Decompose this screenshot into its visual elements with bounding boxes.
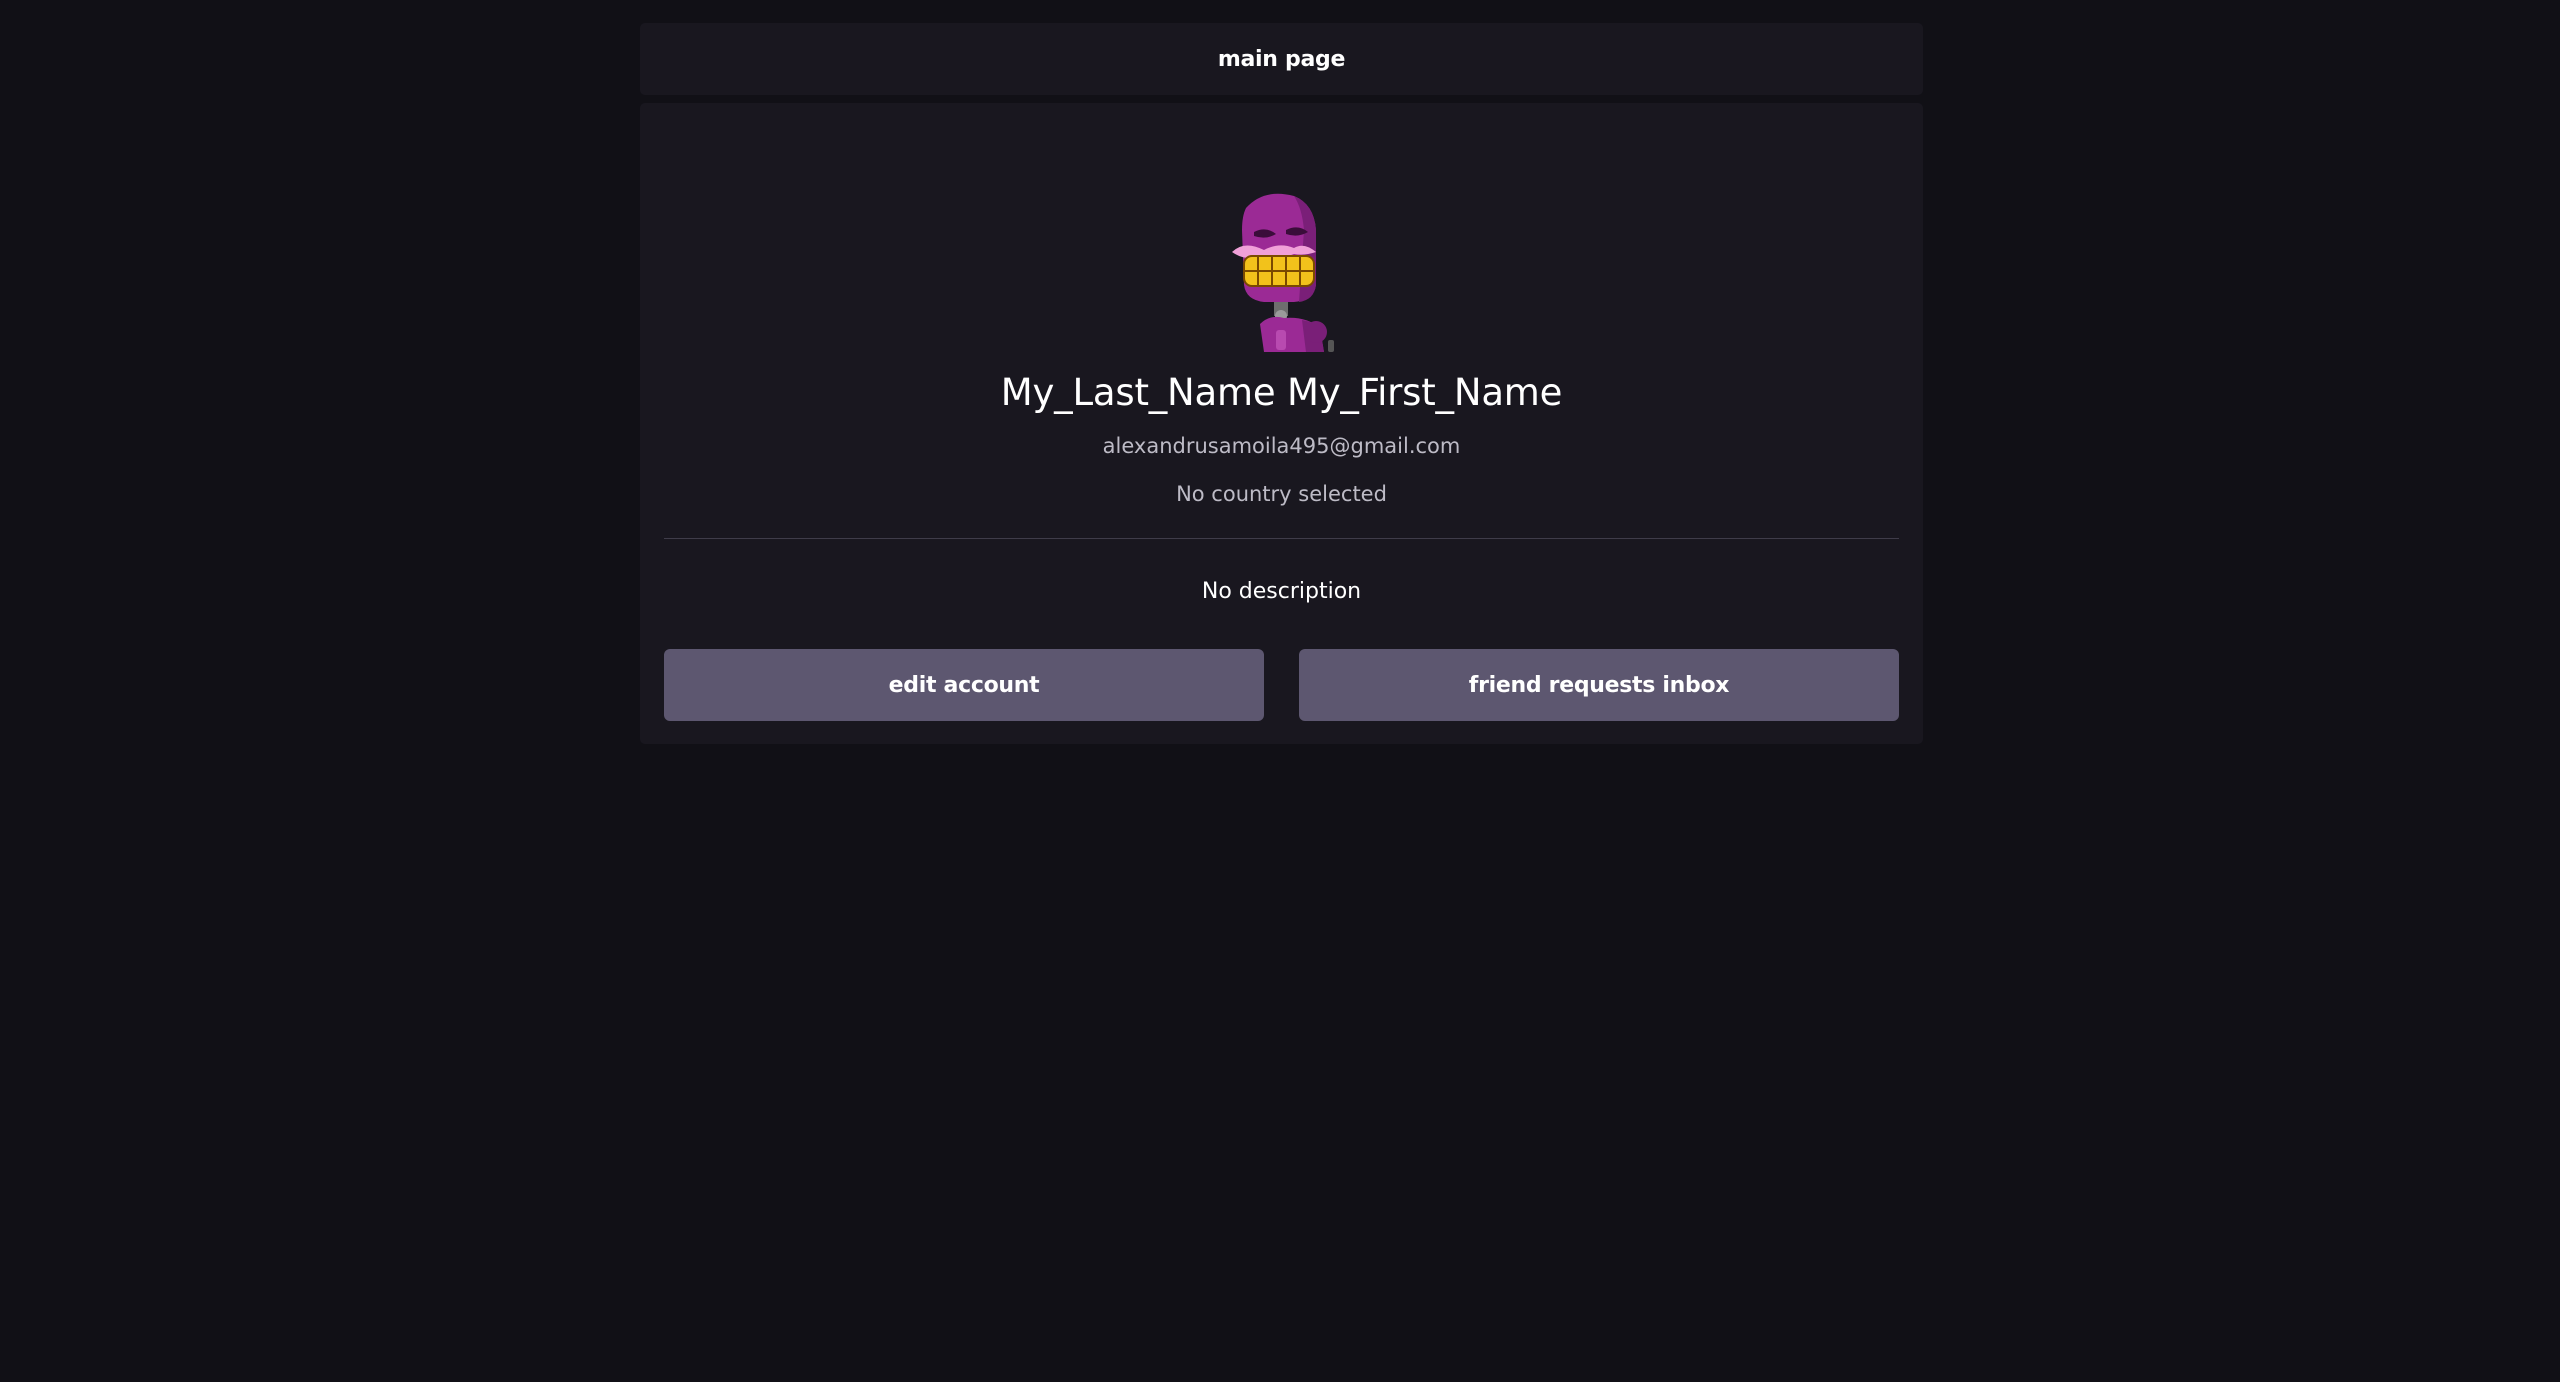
profile-card: My_Last_Name My_First_Name alexandrusamo… (640, 103, 1923, 744)
section-divider (664, 538, 1899, 539)
purple-robot-avatar-icon (1232, 193, 1334, 352)
edit-account-label: edit account (888, 672, 1040, 698)
main-page-link[interactable]: main page (640, 23, 1923, 95)
profile-description: No description (1201, 579, 1362, 604)
friend-requests-inbox-button[interactable]: friend requests inbox (1299, 649, 1899, 721)
page-container: main page My_Last_Name My_First_Name ale… (640, 23, 1923, 744)
main-page-label: main page (1217, 46, 1346, 72)
profile-country: No country selected (1176, 482, 1387, 506)
profile-email: alexandrusamoila495@gmail.com (1102, 434, 1461, 458)
profile-name: My_Last_Name My_First_Name (1000, 371, 1563, 414)
edit-account-button[interactable]: edit account (664, 649, 1264, 721)
friend-requests-inbox-label: friend requests inbox (1468, 672, 1730, 698)
